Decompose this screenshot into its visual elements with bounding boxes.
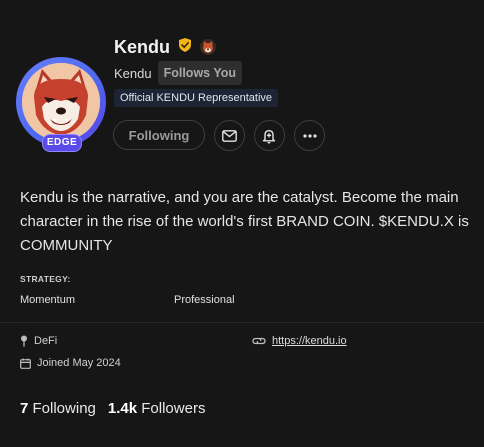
- following-button[interactable]: Following: [113, 120, 205, 150]
- strategy-label: STRATEGY:: [20, 274, 71, 284]
- joined-row: Joined May 2024: [20, 357, 121, 369]
- follow-counts: 7 Following 1.4k Followers: [20, 400, 205, 417]
- strategy-value-professional: Professional: [174, 294, 235, 306]
- profile-page: EDGE Kendu Kendu Follows You Official KE…: [0, 0, 484, 447]
- edge-badge: EDGE: [42, 134, 82, 152]
- pin-icon: [21, 335, 27, 347]
- followers-count: 1.4k: [107, 400, 138, 417]
- joined-date: Joined May 2024: [37, 357, 121, 369]
- message-button[interactable]: [214, 120, 245, 151]
- category-row: DeFi: [20, 335, 57, 347]
- link-icon: [252, 337, 266, 345]
- following-count-label: Following: [32, 400, 96, 417]
- bell-plus-icon: [262, 129, 276, 144]
- avatar-image: [22, 63, 100, 141]
- official-representative-tag: Official KENDU Representative: [114, 89, 279, 107]
- more-options-button[interactable]: [294, 120, 325, 151]
- following-count-link[interactable]: 7 Following: [20, 400, 96, 417]
- display-name: Kendu: [114, 36, 170, 57]
- more-horizontal-icon: [302, 133, 317, 138]
- website-row[interactable]: https://kendu.io: [252, 335, 347, 347]
- mail-icon: [222, 129, 237, 142]
- section-divider: [0, 322, 484, 323]
- name-row: Kendu: [114, 35, 216, 59]
- category-text: DeFi: [34, 335, 58, 347]
- followers-count-link[interactable]: 1.4k Followers: [108, 400, 206, 417]
- followers-count-label: Followers: [141, 400, 206, 417]
- handle-row: Kendu Follows You: [114, 61, 243, 85]
- strategy-value-momentum: Momentum: [20, 294, 76, 306]
- shiba-dog-icon: [22, 63, 100, 141]
- notifications-button[interactable]: [254, 120, 285, 151]
- mini-shiba-avatar-icon: [200, 39, 216, 55]
- user-handle: Kendu: [114, 65, 152, 81]
- verified-shield-icon: [177, 37, 193, 58]
- profile-bio: Kendu is the narrative, and you are the …: [20, 189, 469, 254]
- follows-you-badge: Follows You: [157, 61, 243, 85]
- profile-avatar[interactable]: EDGE: [16, 57, 106, 152]
- website-link[interactable]: https://kendu.io: [272, 335, 347, 347]
- calendar-icon: [20, 358, 31, 369]
- following-count: 7: [20, 400, 29, 417]
